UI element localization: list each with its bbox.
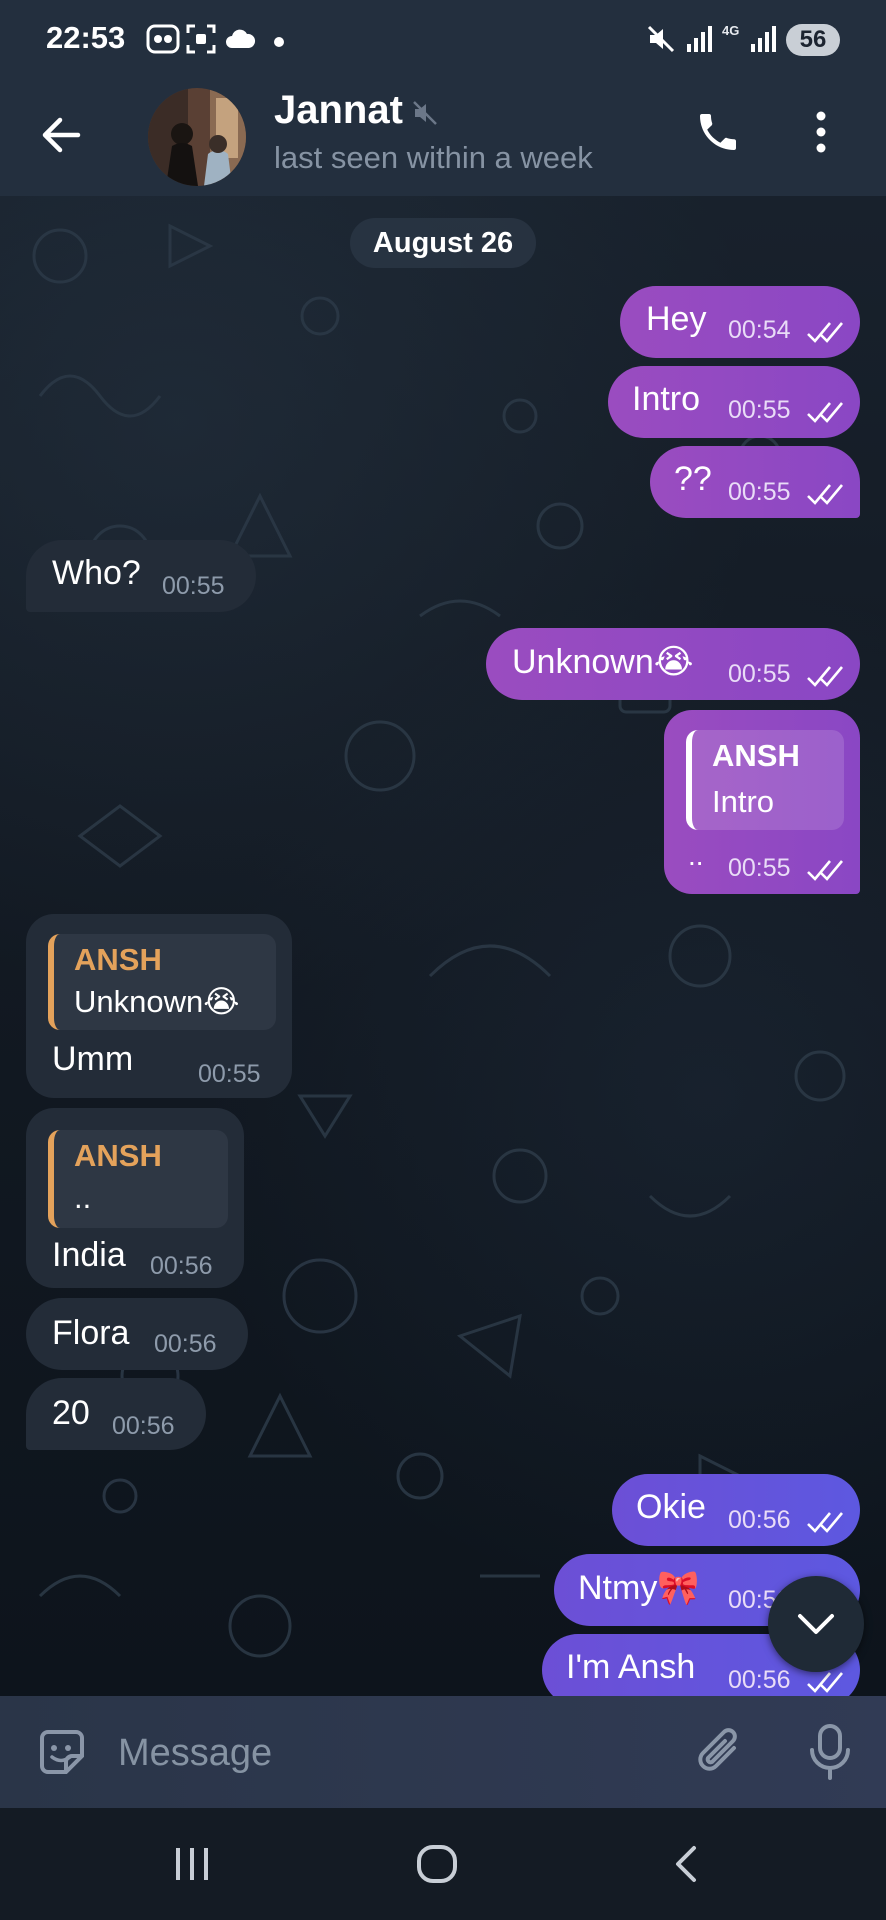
microphone-icon[interactable] xyxy=(806,1722,854,1787)
battery-indicator: 56 xyxy=(786,24,840,56)
signal-icon-2 xyxy=(750,24,776,59)
message-text: India xyxy=(52,1236,126,1274)
message-time: 00:56 xyxy=(728,1506,791,1534)
message-text: .. xyxy=(688,840,704,871)
read-ticks-icon xyxy=(806,1510,844,1539)
message-time: 00:56 xyxy=(112,1412,175,1440)
cloud-icon xyxy=(224,24,256,59)
message-bubble-outgoing-reply[interactable]: ANSH Intro .. 00:55 xyxy=(664,710,860,894)
back-nav-icon[interactable] xyxy=(670,1844,700,1889)
read-ticks-icon xyxy=(806,320,844,349)
read-ticks-icon xyxy=(806,858,844,887)
message-bubble-outgoing[interactable]: Hey 00:54 xyxy=(620,286,860,358)
reply-quote[interactable]: ANSH Intro xyxy=(686,730,844,830)
message-bubble-outgoing[interactable]: Unknown😭 00:55 xyxy=(486,628,860,700)
message-composer xyxy=(0,1696,886,1808)
signal-icon xyxy=(686,24,712,59)
message-bubble-incoming[interactable]: 20 00:56 xyxy=(26,1378,206,1450)
message-text: Intro xyxy=(632,380,701,418)
network-type: 4G xyxy=(722,23,740,38)
message-text: Ntmy🎀 xyxy=(578,1569,700,1607)
message-text: Okie xyxy=(636,1488,706,1526)
message-bubble-incoming[interactable]: Who? 00:55 xyxy=(26,540,256,612)
message-text: ?? xyxy=(674,460,712,498)
message-input[interactable] xyxy=(116,1724,640,1782)
message-text: Hey xyxy=(646,300,707,338)
status-bar: 22:53 4G 56 xyxy=(0,0,886,78)
sticker-emoji-icon[interactable] xyxy=(34,1724,90,1785)
scroll-down-button[interactable] xyxy=(768,1576,864,1672)
message-time: 00:56 xyxy=(150,1252,213,1280)
message-bubble-outgoing[interactable]: ?? 00:55 xyxy=(650,446,860,518)
reply-text: Unknown😭 xyxy=(74,984,240,1019)
attach-paperclip-icon[interactable] xyxy=(694,1724,746,1785)
chevron-down-icon xyxy=(796,1610,836,1643)
avatar[interactable] xyxy=(148,88,246,186)
message-bubble-incoming[interactable]: Flora 00:56 xyxy=(26,1298,248,1370)
reply-text: Intro xyxy=(712,784,775,819)
chat-header: Jannat last seen within a week xyxy=(0,78,886,196)
phone-icon[interactable] xyxy=(694,108,742,161)
message-text: Umm xyxy=(52,1040,134,1078)
contact-name[interactable]: Jannat xyxy=(274,88,403,133)
message-time: 00:55 xyxy=(728,396,791,424)
read-ticks-icon xyxy=(806,400,844,429)
mute-icon xyxy=(412,100,438,131)
recent-apps-icon[interactable] xyxy=(172,1844,212,1889)
message-text: Who? xyxy=(52,554,141,592)
message-bubble-outgoing[interactable]: Intro 00:55 xyxy=(608,366,860,438)
date-separator: August 26 xyxy=(350,218,536,268)
chat-area[interactable]: August 26 Hey 00:54 Intro 00:55 ?? 00:55… xyxy=(0,196,886,1696)
read-ticks-icon xyxy=(806,482,844,511)
message-time: 00:56 xyxy=(728,1666,791,1694)
reply-quote[interactable]: ANSH Unknown😭 xyxy=(48,934,276,1030)
status-time: 22:53 xyxy=(46,20,126,55)
message-bubble-outgoing[interactable]: Okie 00:56 xyxy=(612,1474,860,1546)
reply-quote[interactable]: ANSH .. xyxy=(48,1130,228,1228)
last-seen-status: last seen within a week xyxy=(274,140,593,175)
scan-icon xyxy=(186,24,216,59)
message-time: 00:55 xyxy=(198,1060,261,1088)
message-text: I'm Ansh xyxy=(566,1648,696,1686)
read-ticks-icon xyxy=(806,1670,844,1696)
notification-dot-icon xyxy=(274,34,284,52)
message-bubble-incoming-reply[interactable]: ANSH .. India 00:56 xyxy=(26,1108,244,1288)
message-time: 00:55 xyxy=(728,660,791,688)
message-bubble-incoming-reply[interactable]: ANSH Unknown😭 Umm 00:55 xyxy=(26,914,292,1098)
message-text: Unknown😭 xyxy=(512,643,694,681)
more-vertical-icon[interactable] xyxy=(814,110,828,159)
reply-sender: ANSH xyxy=(74,942,162,977)
message-time: 00:55 xyxy=(728,854,791,882)
reply-sender: ANSH xyxy=(712,738,800,773)
reply-text: .. xyxy=(74,1180,92,1215)
message-text: 20 xyxy=(52,1394,90,1432)
message-text: Flora xyxy=(52,1314,130,1352)
message-time: 00:55 xyxy=(162,572,225,600)
mute-status-icon xyxy=(646,24,676,59)
reply-sender: ANSH xyxy=(74,1138,162,1173)
message-time: 00:55 xyxy=(728,478,791,506)
message-time: 00:56 xyxy=(154,1330,217,1358)
game-controller-icon xyxy=(146,24,180,59)
home-icon[interactable] xyxy=(416,1844,458,1889)
message-time: 00:54 xyxy=(728,316,791,344)
read-ticks-icon xyxy=(806,664,844,693)
system-nav-bar xyxy=(0,1808,886,1920)
back-arrow-icon[interactable] xyxy=(38,112,84,163)
